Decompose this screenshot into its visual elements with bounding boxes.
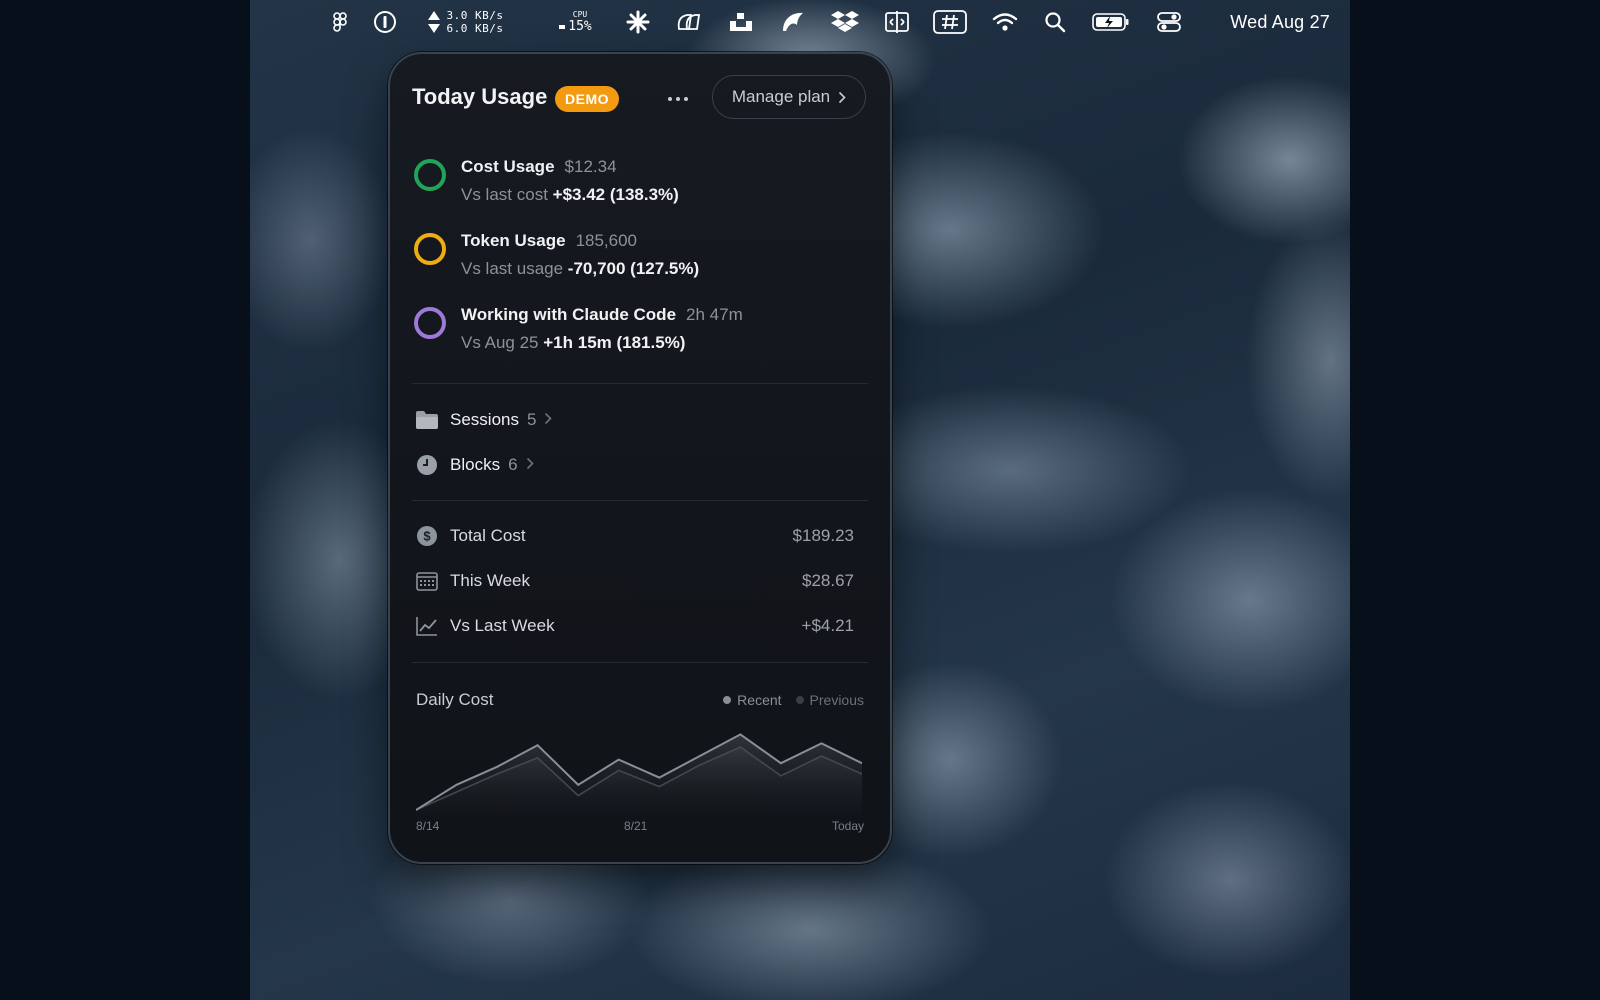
asterisk-icon[interactable] (624, 0, 652, 44)
net-up: 3.0 KB/s (446, 9, 504, 22)
this-week-label: This Week (450, 571, 530, 590)
cost-ring-icon (414, 159, 446, 191)
manage-plan-button[interactable]: Manage plan (712, 75, 866, 119)
token-usage-metric: Token Usage 185,600 Vs last usage -70,700… (414, 231, 874, 291)
x-tick-label: 8/21 (624, 819, 648, 833)
x-tick-label: Today (831, 819, 864, 833)
legend-label: Recent (737, 692, 782, 708)
divider (412, 383, 868, 384)
clock-icon (414, 454, 440, 476)
dock-icon[interactable] (726, 0, 756, 44)
dollar-icon: $ (414, 525, 440, 547)
network-icon (427, 11, 440, 33)
trend-icon (414, 615, 440, 637)
folder-icon (414, 409, 440, 431)
cpu-label: CPU (572, 10, 588, 19)
x-tick-label: 8/14 (416, 819, 440, 833)
hashtag-icon[interactable] (932, 0, 968, 44)
chart-title: Daily Cost (416, 690, 494, 709)
battery-icon[interactable] (1088, 0, 1134, 44)
ellipsis-icon (668, 97, 688, 101)
left-backdrop (0, 0, 250, 1000)
figma-icon[interactable] (328, 0, 352, 44)
blocks-row[interactable]: Blocks 6 (414, 451, 534, 479)
daily-cost-chart (416, 733, 862, 814)
metric-title: Cost Usage (461, 157, 555, 176)
chevron-right-icon (526, 457, 534, 474)
legend-dot (723, 696, 732, 704)
network-monitor[interactable]: 3.0 KB/s 6.0 KB/s (420, 0, 510, 44)
metric-compare-value: +$3.42 (138.3%) (552, 185, 679, 204)
manage-plan-label: Manage plan (731, 87, 831, 106)
cpu-value: 15% (568, 19, 592, 34)
dropbox-icon[interactable] (830, 0, 860, 44)
cpu-icon (559, 25, 566, 29)
wifi-icon[interactable] (990, 0, 1020, 44)
metric-compare-label: Vs Aug 25 (461, 333, 539, 352)
demo-badge: DEMO (555, 86, 619, 112)
metric-compare-label: Vs last usage (461, 259, 564, 278)
legend-previous: Previous (795, 692, 864, 708)
menubar-clock[interactable]: Wed Aug 27 (1216, 0, 1330, 44)
blocks-label: Blocks (450, 455, 501, 474)
metric-title: Token Usage (461, 231, 566, 250)
token-ring-icon (414, 233, 446, 265)
metric-value: 185,600 (575, 231, 638, 250)
legend-label: Previous (809, 692, 864, 708)
working-time-metric: Working with Claude Code 2h 47m Vs Aug 25… (414, 305, 874, 365)
bird-icon[interactable] (778, 0, 808, 44)
series-area-recent (416, 734, 862, 814)
metric-compare-value: -70,700 (127.5%) (567, 259, 700, 278)
svg-text:$: $ (423, 529, 431, 544)
control-center-icon[interactable] (1154, 0, 1184, 44)
chevron-right-icon (544, 412, 553, 429)
net-down: 6.0 KB/s (446, 22, 504, 35)
total-cost-label: Total Cost (450, 526, 526, 545)
cost-usage-metric: Cost Usage $12.34 Vs last cost +$3.42 (13… (414, 157, 874, 217)
this-week-value: $28.67 (802, 571, 854, 590)
chevron-right-icon (839, 91, 846, 103)
search-icon[interactable] (1040, 0, 1070, 44)
cpu-monitor[interactable]: CPU 15% (550, 0, 600, 44)
metric-value: $12.34 (564, 157, 617, 176)
blocks-count: 6 (508, 455, 518, 474)
right-backdrop (1350, 0, 1600, 1000)
metric-value: 2h 47m (686, 305, 743, 324)
metric-compare-label: Vs last cost (461, 185, 548, 204)
usage-popover: Today Usage DEMO Manage plan Cost Usage $… (388, 52, 892, 864)
vs-last-week-label: Vs Last Week (450, 616, 555, 635)
divider (412, 662, 868, 663)
sessions-count: 5 (526, 410, 537, 429)
calendar-icon (414, 570, 440, 592)
vs-last-week-value: +$4.21 (801, 616, 854, 635)
sessions-label: Sessions (450, 410, 519, 429)
time-ring-icon (414, 307, 446, 339)
more-options-button[interactable] (663, 84, 693, 114)
metric-compare-value: +1h 15m (181.5%) (543, 333, 686, 352)
total-cost-value: $189.23 (792, 526, 854, 545)
divider (412, 500, 868, 501)
legend-dot (795, 696, 804, 704)
this-week-row: This Week $28.67 (414, 567, 854, 595)
sessions-row[interactable]: Sessions 5 (414, 406, 553, 434)
panel-title: Today Usage (412, 84, 548, 109)
total-cost-row: $ Total Cost $189.23 (414, 522, 854, 550)
metric-title: Working with Claude Code (461, 305, 677, 324)
shapes-icon[interactable] (674, 0, 704, 44)
menubar: 3.0 KB/s 6.0 KB/s CPU 15% Wed Aug 27 (250, 0, 1350, 44)
chart-legend: Recent Previous (723, 692, 864, 708)
onepassword-icon[interactable] (370, 0, 400, 44)
window-split-icon[interactable] (882, 0, 912, 44)
legend-recent: Recent (723, 692, 782, 708)
vs-last-week-row: Vs Last Week +$4.21 (414, 612, 854, 640)
